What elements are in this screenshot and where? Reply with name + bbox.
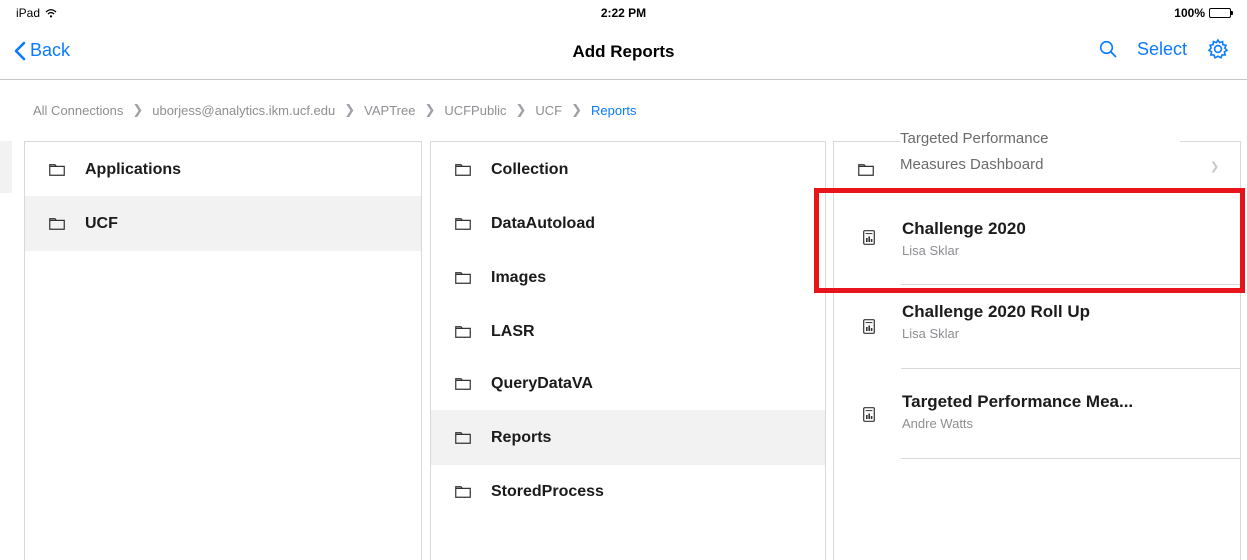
report-author: Lisa Sklar bbox=[902, 326, 960, 341]
nav-actions: Select bbox=[1099, 38, 1229, 60]
report-item-challenge-2020[interactable]: Challenge 2020 Lisa Sklar bbox=[834, 194, 1240, 286]
status-bar: iPad 2:22 PM 100% bbox=[0, 0, 1247, 24]
folder-icon bbox=[455, 217, 471, 230]
nav-bar: Back Add Reports Select bbox=[0, 26, 1247, 80]
battery-percent: 100% bbox=[1174, 6, 1205, 20]
folder-icon bbox=[455, 163, 471, 176]
status-time: 2:22 PM bbox=[600, 6, 647, 20]
folder-icon bbox=[455, 485, 471, 498]
chevron-right-icon: ❯ bbox=[424, 102, 436, 117]
column-reports: Challenge 2020 Lisa Sklar Challenge 2020… bbox=[833, 141, 1241, 560]
folder-label: Applications bbox=[85, 160, 182, 178]
breadcrumb-server[interactable]: uborjess@analytics.ikm.ucf.edu bbox=[152, 103, 335, 118]
report-icon bbox=[863, 230, 875, 245]
report-icon bbox=[863, 319, 875, 334]
chevron-right-icon: ❯ bbox=[1210, 161, 1220, 173]
folder-label: UCF bbox=[85, 214, 118, 232]
report-title: Challenge 2020 bbox=[902, 219, 1026, 238]
chevron-right-icon: ❯ bbox=[132, 102, 144, 117]
chevron-left-icon bbox=[14, 41, 26, 60]
folder-item-reports[interactable]: Reports bbox=[431, 410, 825, 465]
back-button[interactable]: Back bbox=[14, 40, 70, 61]
folder-item-querydatava[interactable]: QueryDataVA bbox=[431, 356, 825, 411]
breadcrumb-ucf[interactable]: UCF bbox=[535, 103, 562, 118]
breadcrumb-vaptree[interactable]: VAPTree bbox=[364, 103, 415, 118]
report-title: Challenge 2020 Roll Up bbox=[902, 302, 1090, 321]
folder-item-images[interactable]: Images bbox=[431, 250, 825, 305]
folder-label: DataAutoload bbox=[491, 214, 595, 232]
folder-icon bbox=[49, 163, 65, 176]
breadcrumb: All Connections ❯ uborjess@analytics.ikm… bbox=[33, 102, 637, 118]
report-icon bbox=[863, 407, 875, 422]
folder-item-applications[interactable]: Applications bbox=[25, 142, 421, 197]
previous-column-edge bbox=[0, 141, 12, 193]
column-ucf-folders: Collection DataAutoload Images LASR Quer… bbox=[430, 141, 826, 560]
report-author: Lisa Sklar bbox=[902, 243, 960, 258]
folder-item-collection[interactable]: Collection bbox=[431, 142, 825, 197]
folder-icon bbox=[455, 325, 471, 338]
folder-label: Collection bbox=[491, 160, 569, 178]
settings-button[interactable] bbox=[1207, 38, 1229, 60]
folder-label: Reports bbox=[491, 428, 552, 446]
breadcrumb-ucfpublic[interactable]: UCFPublic bbox=[444, 103, 506, 118]
report-author: Andre Watts bbox=[902, 416, 974, 431]
status-right: 100% bbox=[1174, 6, 1233, 20]
folder-label: Images bbox=[491, 268, 547, 286]
folder-icon bbox=[858, 163, 874, 176]
select-button[interactable]: Select bbox=[1137, 39, 1187, 60]
report-title: Targeted Performance Mea... bbox=[902, 392, 1134, 411]
chevron-right-icon: ❯ bbox=[515, 102, 527, 117]
page-title: Add Reports bbox=[572, 42, 675, 61]
folder-icon bbox=[455, 271, 471, 284]
folder-item-lasr[interactable]: LASR bbox=[431, 304, 825, 359]
chevron-right-icon: ❯ bbox=[344, 102, 356, 117]
gear-icon bbox=[1207, 38, 1229, 59]
folder-label: QueryDataVA bbox=[491, 374, 593, 392]
folder-icon bbox=[455, 431, 471, 444]
folder-label: LASR bbox=[491, 322, 535, 340]
search-icon bbox=[1099, 40, 1117, 58]
folder-icon bbox=[455, 377, 471, 390]
column-connections: Applications UCF bbox=[24, 141, 422, 560]
search-button[interactable] bbox=[1099, 40, 1117, 58]
report-item-challenge-2020-roll-up[interactable]: Challenge 2020 Roll Up Lisa Sklar bbox=[834, 284, 1240, 368]
folder-icon bbox=[49, 217, 65, 230]
report-item-targeted-performance-measures[interactable]: Targeted Performance Mea... Andre Watts bbox=[834, 368, 1240, 458]
folder-item-targeted-performance[interactable] bbox=[834, 142, 1240, 197]
folder-item-ucf[interactable]: UCF bbox=[25, 196, 421, 251]
breadcrumb-reports: Reports bbox=[591, 102, 637, 118]
folder-item-dataautoload[interactable]: DataAutoload bbox=[431, 196, 825, 251]
back-label: Back bbox=[30, 40, 71, 60]
breadcrumb-all-connections[interactable]: All Connections bbox=[33, 103, 123, 118]
folder-item-storedprocess[interactable]: StoredProcess bbox=[431, 464, 825, 519]
divider bbox=[901, 458, 1240, 459]
battery-icon bbox=[1209, 8, 1233, 18]
chevron-right-icon: ❯ bbox=[571, 102, 582, 117]
folder-label: StoredProcess bbox=[491, 482, 604, 500]
